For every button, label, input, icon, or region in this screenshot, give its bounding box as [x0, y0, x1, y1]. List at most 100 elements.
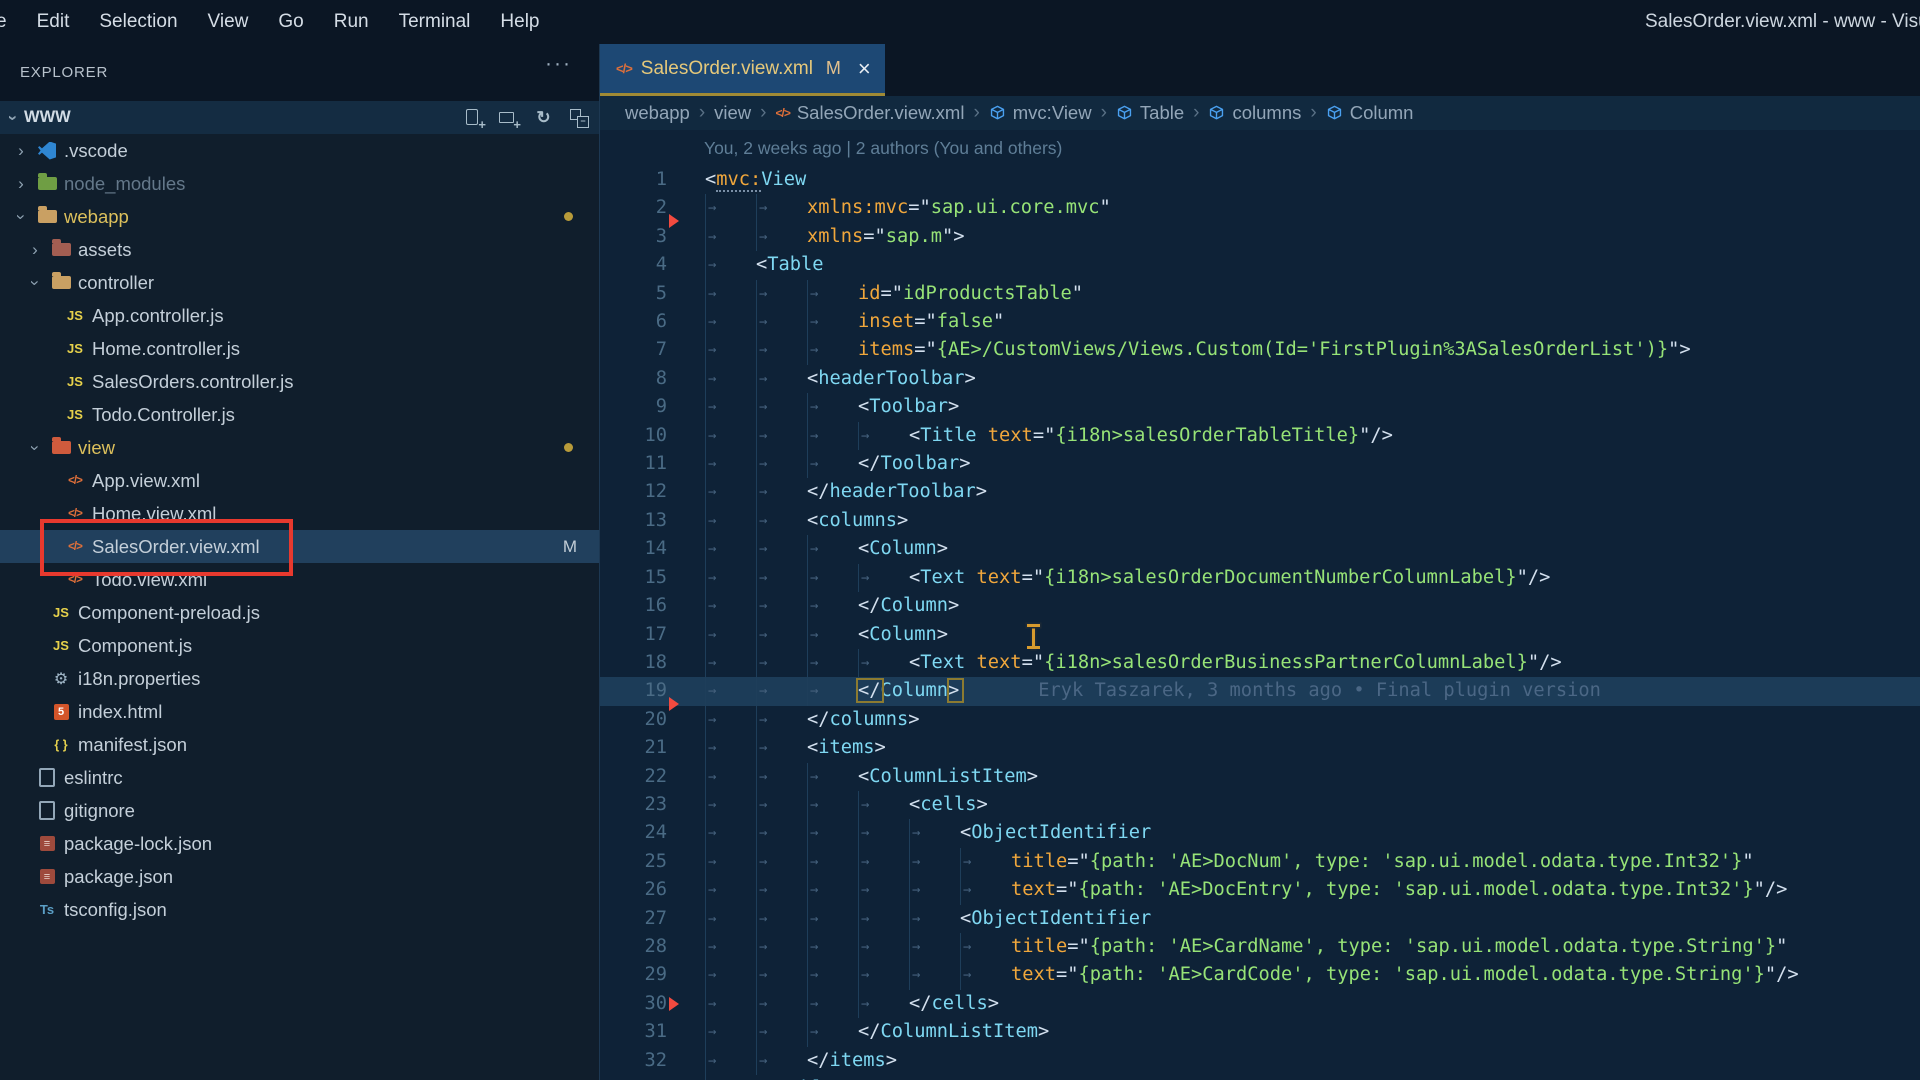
- code-line-19[interactable]: 19 → → → </Column> Eryk Taszarek, 3 months ag…: [600, 677, 1920, 706]
- sidebar-file-package-lock-json[interactable]: ≡ package-lock.json: [0, 827, 599, 860]
- breadcrumb-item-webapp[interactable]: webapp: [625, 102, 690, 124]
- breadcrumb-item-column[interactable]: Column: [1326, 102, 1413, 124]
- menu-item-edit[interactable]: Edit: [37, 11, 70, 33]
- code-line-25[interactable]: 25 → → → → → → title="{path: 'AE>DocNum', type:…: [600, 847, 1920, 877]
- sidebar-file-salesorders-controller-js[interactable]: JS SalesOrders.controller.js: [0, 365, 599, 398]
- sidebar-file-package-json[interactable]: ≡ package.json: [0, 860, 599, 893]
- sidebar-file-i18n-properties[interactable]: ⚙ i18n.properties: [0, 662, 599, 695]
- code-line-1[interactable]: 1 <mvc:View: [600, 166, 1920, 194]
- code-line-11[interactable]: 11 → → → </Toolbar>: [600, 450, 1920, 479]
- code-line-5[interactable]: 5 → → → id="idProductsTable": [600, 279, 1920, 309]
- sidebar-folder--vscode[interactable]: › .vscode: [0, 134, 599, 167]
- tab-whitespace-icon: →: [858, 904, 909, 933]
- new-file-icon[interactable]: [463, 107, 486, 132]
- code-line-18[interactable]: 18 → → → → <Text text="{i18n>salesOrderBusine…: [600, 648, 1920, 678]
- breadcrumb-item-table[interactable]: Table: [1116, 102, 1184, 124]
- breadcrumb-item-view[interactable]: view: [714, 102, 751, 124]
- refresh-icon[interactable]: ↻: [533, 107, 554, 128]
- code-line-6[interactable]: 6 → → → inset="false": [600, 308, 1920, 337]
- code-line-15[interactable]: 15 → → → → <Text text="{i18n>salesOrderDocume…: [600, 563, 1920, 593]
- sidebar-file-home-controller-js[interactable]: JS Home.controller.js: [0, 332, 599, 365]
- sidebar-file-index-html[interactable]: 5 index.html: [0, 695, 599, 728]
- code-line-26[interactable]: 26 → → → → → → text="{path: 'AE>DocEntry', type…: [600, 876, 1920, 905]
- sidebar-file-component-preload-js[interactable]: JS Component-preload.js: [0, 596, 599, 629]
- code-line-12[interactable]: 12 → → </headerToolbar>: [600, 478, 1920, 507]
- code-line-21[interactable]: 21 → → <items>: [600, 734, 1920, 763]
- sidebar-file-tsconfig-json[interactable]: Ts tsconfig.json: [0, 893, 599, 926]
- tab-whitespace-icon: →: [756, 762, 807, 791]
- sidebar-file-app-controller-js[interactable]: JS App.controller.js: [0, 299, 599, 332]
- code-line-2[interactable]: 2 → → xmlns:mvc="sap.ui.core.mvc": [600, 194, 1920, 223]
- tab-whitespace-icon: →: [705, 393, 756, 422]
- code-line-4[interactable]: 4 → <Table: [600, 251, 1920, 280]
- breadcrumb-item-columns[interactable]: columns: [1208, 102, 1301, 124]
- menu-item-file[interactable]: File: [0, 11, 7, 33]
- sidebar-folder-webapp[interactable]: › webapp: [0, 200, 599, 233]
- folder-icon: [36, 173, 58, 195]
- code-line-31[interactable]: 31 → → → </ColumnListItem>: [600, 1018, 1920, 1047]
- code-line-22[interactable]: 22 → → → <ColumnListItem>: [600, 762, 1920, 791]
- code-line-27[interactable]: 27 → → → → → <ObjectIdentifier: [600, 904, 1920, 933]
- menu-item-selection[interactable]: Selection: [99, 11, 177, 33]
- sidebar-file-todo-view-xml[interactable]: </> Todo.view.xml: [0, 563, 599, 596]
- tab-whitespace-icon: →: [705, 506, 756, 536]
- sidebar-file-home-view-xml[interactable]: </> Home.view.xml: [0, 497, 599, 530]
- code-line-9[interactable]: 9 → → → <Toolbar>: [600, 393, 1920, 422]
- sidebar-folder-view[interactable]: › view: [0, 431, 599, 464]
- new-folder-icon[interactable]: [498, 107, 521, 132]
- code-line-7[interactable]: 7 → → → items="{AE>/CustomViews/Views.Custom…: [600, 336, 1920, 365]
- close-icon[interactable]: ×: [858, 57, 871, 79]
- code-line-17[interactable]: 17 → → → <Column>: [600, 620, 1920, 649]
- sidebar-folder-node-modules[interactable]: › node_modules: [0, 167, 599, 200]
- sidebar-folder-controller[interactable]: › controller: [0, 266, 599, 299]
- menu-item-help[interactable]: Help: [500, 11, 539, 33]
- tab-whitespace-icon: →: [807, 336, 858, 365]
- code-editor[interactable]: You, 2 weeks ago | 2 authors (You and ot…: [600, 130, 1920, 1080]
- tab-whitespace-icon: →: [756, 961, 807, 990]
- file-label: package.json: [64, 865, 174, 887]
- breadcrumb-item-mvc-view[interactable]: mvc:View: [989, 102, 1092, 124]
- sidebar-file-component-js[interactable]: JS Component.js: [0, 629, 599, 662]
- tab-whitespace-icon: →: [909, 876, 960, 905]
- tab-whitespace-icon: →: [705, 961, 756, 990]
- code-line-24[interactable]: 24 → → → → → <ObjectIdentifier: [600, 819, 1920, 848]
- code-line-14[interactable]: 14 → → → <Column>: [600, 535, 1920, 564]
- sidebar-file-app-view-xml[interactable]: </> App.view.xml: [0, 464, 599, 497]
- line-content: → → → → → → title="{path: 'AE>CardName', type:…: [705, 932, 1787, 962]
- tab-salesorder-view-xml[interactable]: </> SalesOrder.view.xml M ×: [600, 44, 885, 96]
- tab-whitespace-icon: →: [705, 1018, 756, 1047]
- breadcrumb-item-salesorder-view-xml[interactable]: </> SalesOrder.view.xml: [775, 102, 964, 124]
- sidebar-file-manifest-json[interactable]: { } manifest.json: [0, 728, 599, 761]
- code-line-3[interactable]: 3 → → xmlns="sap.m">: [600, 222, 1920, 252]
- tab-whitespace-icon: →: [705, 194, 756, 223]
- code-line-33[interactable]: 33 →</Table>: [600, 1075, 1920, 1080]
- code-line-23[interactable]: 23 → → → → <cells>: [600, 790, 1920, 820]
- menu-item-terminal[interactable]: Terminal: [399, 11, 471, 33]
- sidebar-folder-assets[interactable]: › assets: [0, 233, 599, 266]
- sidebar-file-gitignore[interactable]: gitignore: [0, 794, 599, 827]
- sidebar-file-eslintrc[interactable]: eslintrc: [0, 761, 599, 794]
- sidebar-file-todo-controller-js[interactable]: JS Todo.Controller.js: [0, 398, 599, 431]
- code-line-16[interactable]: 16 → → → </Column>: [600, 592, 1920, 621]
- code-line-10[interactable]: 10 → → → → <Title text="{i18n>salesOrderTable…: [600, 421, 1920, 451]
- menu-item-run[interactable]: Run: [334, 11, 369, 33]
- menu-item-go[interactable]: Go: [278, 11, 303, 33]
- javascript-file-icon: JS: [67, 308, 83, 323]
- code-line-13[interactable]: 13 → → <columns>: [600, 506, 1920, 536]
- code-line-28[interactable]: 28 → → → → → → title="{path: 'AE>CardName', typ…: [600, 932, 1920, 962]
- more-actions-icon[interactable]: ···: [545, 52, 572, 76]
- file-label: SalesOrders.controller.js: [92, 370, 294, 392]
- code-line-29[interactable]: 29 → → → → → → text="{path: 'AE>CardCode', type…: [600, 961, 1920, 990]
- sidebar-file-salesorder-view-xml[interactable]: </> SalesOrder.view.xml M: [0, 530, 599, 563]
- code-line-32[interactable]: 32 → → </items>: [600, 1046, 1920, 1075]
- workspace-section-header[interactable]: › WWW ↻: [0, 101, 599, 134]
- xml-file-icon: </>: [68, 573, 83, 586]
- menu-item-view[interactable]: View: [208, 11, 249, 33]
- collapse-all-icon[interactable]: [568, 107, 589, 128]
- line-content: → → → id="idProductsTable": [705, 279, 1083, 309]
- code-line-8[interactable]: 8 → → <headerToolbar>: [600, 364, 1920, 394]
- code-line-20[interactable]: 20 → → </columns>: [600, 705, 1920, 735]
- modified-badge: M: [825, 58, 841, 78]
- code-line-30[interactable]: 30 → → → → </cells>: [600, 989, 1920, 1019]
- tab-whitespace-icon: →: [756, 222, 807, 252]
